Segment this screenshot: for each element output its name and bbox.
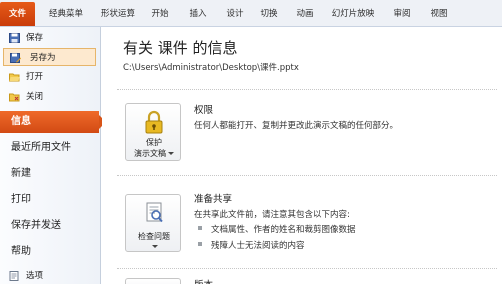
permissions-description: 任何人都能打开、复制并更改此演示文稿的任何部分。 bbox=[194, 121, 399, 131]
nav-info[interactable]: 信息 bbox=[0, 111, 106, 133]
tab-shape-ops[interactable]: 形状运算 bbox=[93, 4, 143, 24]
permissions-heading: 权限 bbox=[194, 105, 214, 116]
inspect-document-icon bbox=[146, 202, 163, 223]
prepare-heading: 准备共享 bbox=[194, 194, 233, 205]
divider bbox=[117, 89, 497, 90]
options-label: 选项 bbox=[26, 271, 44, 281]
nav-recent[interactable]: 最近所用文件 bbox=[0, 137, 100, 159]
save-command[interactable]: 保存 bbox=[0, 29, 100, 47]
manage-versions-button[interactable] bbox=[125, 278, 181, 284]
tab-home[interactable]: 开始 bbox=[145, 4, 175, 24]
backstage-nav: 保存 另存为 打开 关闭 信息 最近所用文件 新建 打印 保存并发送 帮助 选项 bbox=[0, 27, 106, 284]
ribbon-tab-bar: 文件 经典菜单 形状运算 开始 插入 设计 切换 动画 幻灯片放映 审阅 视图 bbox=[0, 0, 502, 27]
protect-label: 保护 bbox=[146, 138, 162, 147]
tab-animations[interactable]: 动画 bbox=[290, 4, 320, 24]
tab-review[interactable]: 审阅 bbox=[387, 4, 417, 24]
tab-file[interactable]: 文件 bbox=[0, 2, 35, 26]
prepare-description: 在共享此文件前，请注意其包含以下内容: bbox=[194, 210, 350, 220]
tab-design[interactable]: 设计 bbox=[220, 4, 250, 24]
save-as-icon bbox=[10, 53, 21, 63]
list-item: 残障人士无法阅读的内容 bbox=[198, 239, 305, 251]
tab-view[interactable]: 视图 bbox=[424, 4, 454, 24]
close-label: 关闭 bbox=[26, 92, 44, 102]
options-icon bbox=[9, 271, 19, 281]
save-as-label: 另存为 bbox=[30, 53, 56, 63]
info-panel: 有关 课件 的信息 C:\Users\Administrator\Desktop… bbox=[102, 27, 502, 284]
list-item: 文档属性、作者的姓名和裁剪图像数据 bbox=[198, 223, 356, 235]
chevron-down-icon bbox=[168, 152, 174, 155]
page-title: 有关 课件 的信息 bbox=[123, 39, 238, 57]
open-label: 打开 bbox=[26, 72, 44, 82]
bullet-icon bbox=[198, 242, 202, 246]
open-command[interactable]: 打开 bbox=[0, 68, 100, 86]
divider bbox=[117, 175, 497, 176]
lock-key-icon bbox=[145, 110, 163, 134]
protect-label-2: 演示文稿 bbox=[126, 148, 182, 159]
save-icon bbox=[9, 33, 20, 43]
save-as-command[interactable]: 另存为 bbox=[3, 48, 96, 66]
tab-insert[interactable]: 插入 bbox=[183, 4, 213, 24]
nav-print[interactable]: 打印 bbox=[0, 189, 100, 211]
bullet-icon bbox=[198, 226, 202, 230]
tab-classic-menu[interactable]: 经典菜单 bbox=[40, 4, 92, 24]
tab-slideshow[interactable]: 幻灯片放映 bbox=[326, 4, 380, 24]
nav-save-send[interactable]: 保存并发送 bbox=[0, 215, 100, 237]
folder-close-icon bbox=[9, 93, 20, 102]
chevron-down-icon bbox=[152, 245, 158, 248]
versions-heading: 版本 bbox=[194, 277, 213, 284]
nav-new[interactable]: 新建 bbox=[0, 163, 100, 185]
save-label: 保存 bbox=[26, 33, 44, 43]
chevron-row bbox=[126, 242, 182, 251]
tab-transitions[interactable]: 切换 bbox=[254, 4, 284, 24]
options-command[interactable]: 选项 bbox=[0, 267, 100, 284]
divider bbox=[117, 268, 497, 269]
nav-help[interactable]: 帮助 bbox=[0, 241, 100, 263]
close-command[interactable]: 关闭 bbox=[0, 88, 100, 106]
check-issues-label: 检查问题 bbox=[138, 232, 170, 241]
check-issues-button[interactable]: 检查问题 bbox=[125, 194, 181, 252]
protect-presentation-button[interactable]: 保护 演示文稿 bbox=[125, 103, 181, 161]
folder-open-icon bbox=[9, 73, 20, 82]
file-path: C:\Users\Administrator\Desktop\课件.pptx bbox=[123, 63, 299, 73]
